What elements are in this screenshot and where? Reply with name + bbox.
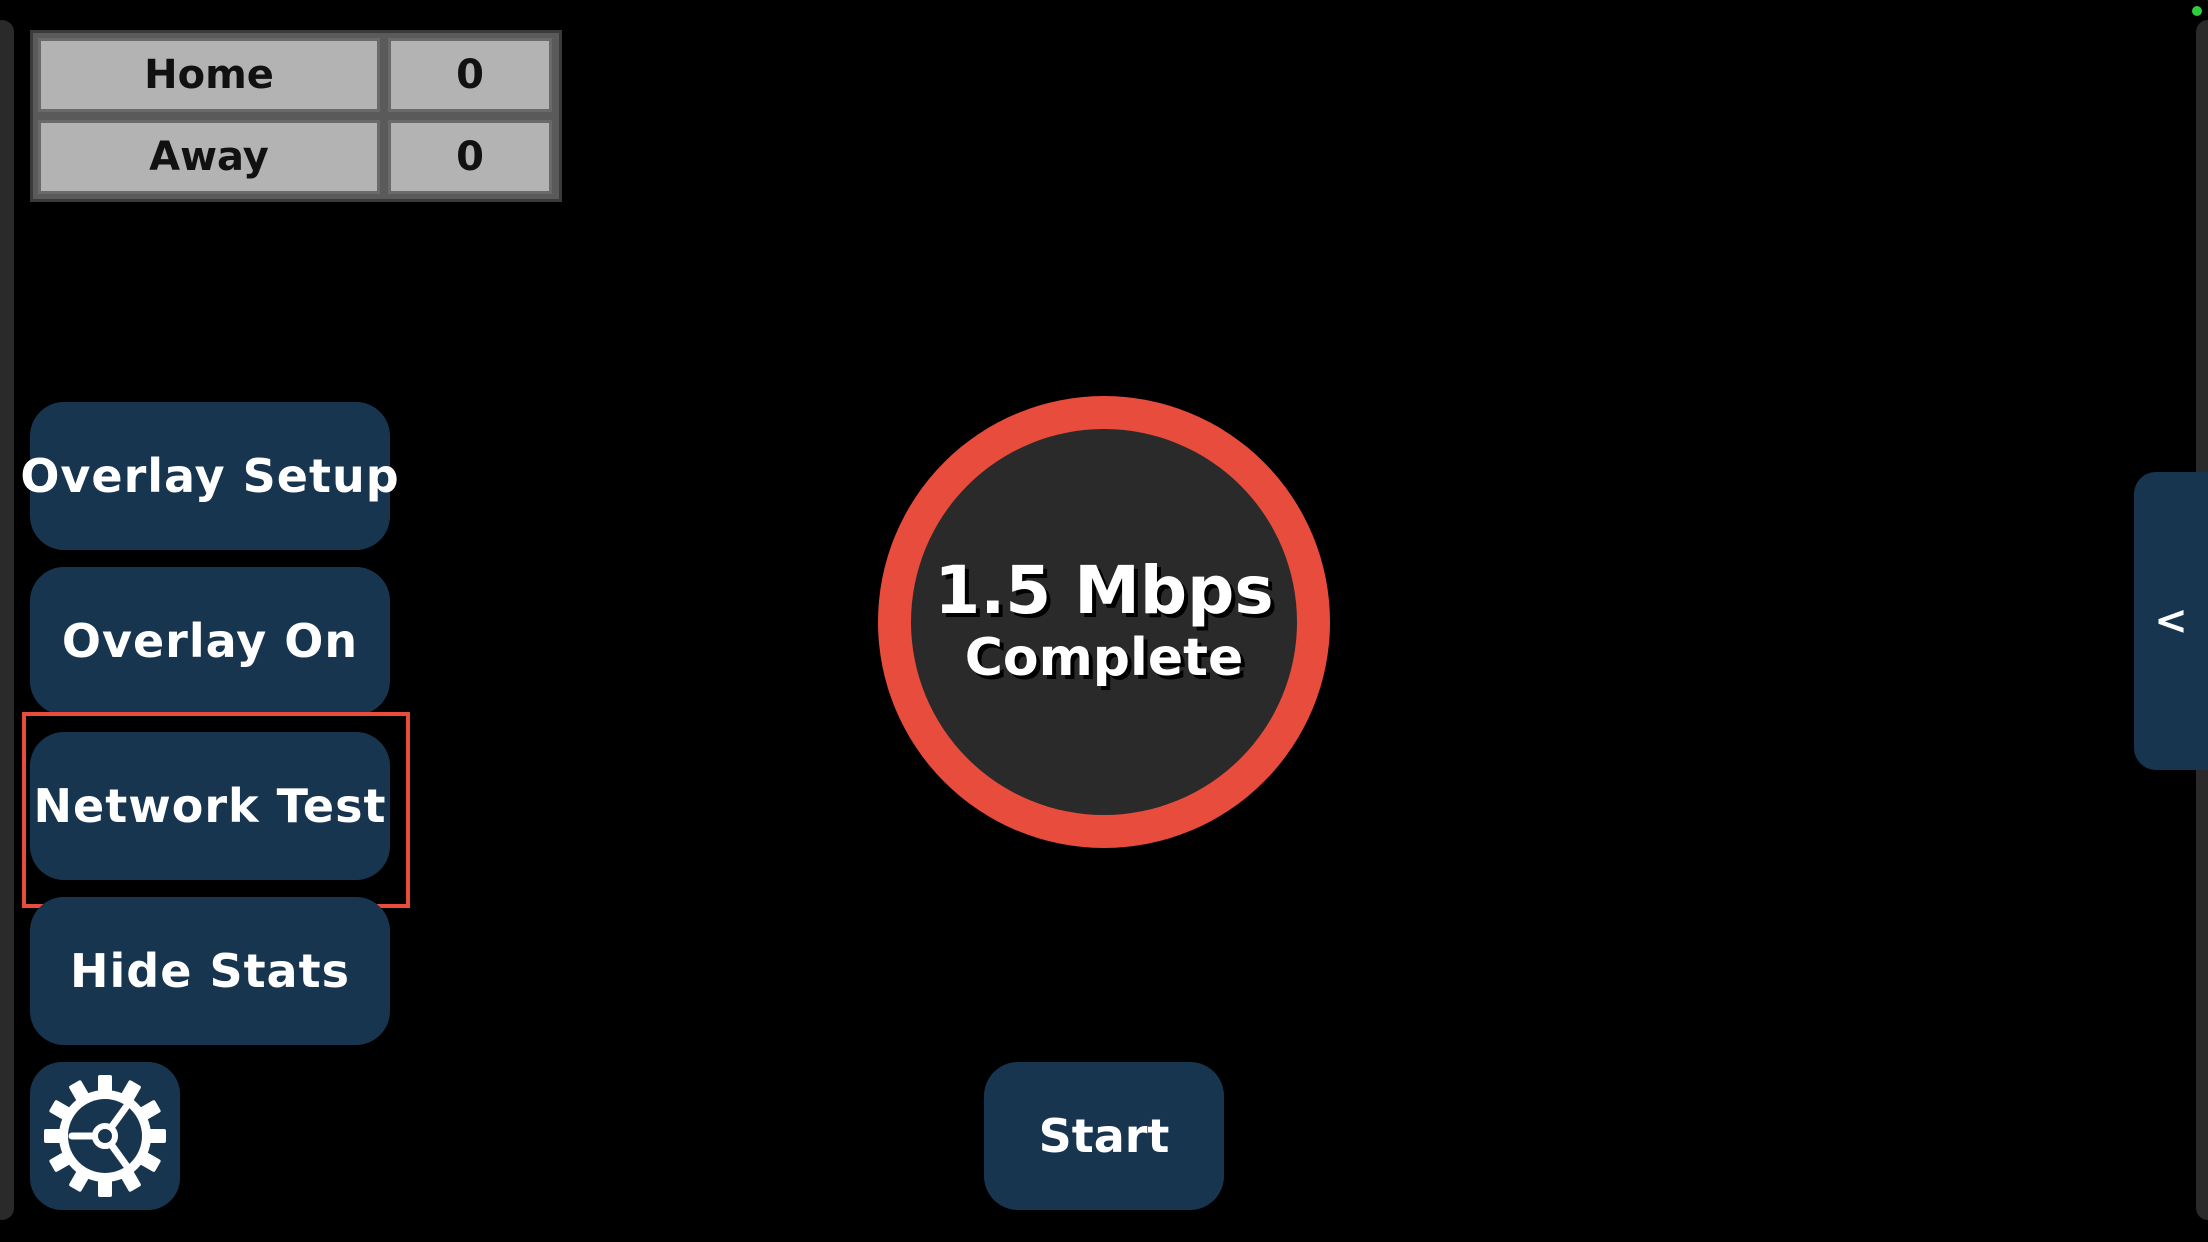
status-indicator xyxy=(2192,6,2202,16)
speed-test-ring: 1.5 Mbps Complete xyxy=(878,396,1330,848)
drawer-toggle-button[interactable]: < xyxy=(2134,472,2208,770)
hide-stats-button[interactable]: Hide Stats xyxy=(30,897,390,1045)
away-team-score[interactable]: 0 xyxy=(388,120,552,194)
score-row-home: Home 0 xyxy=(38,38,554,112)
speed-status: Complete xyxy=(964,628,1244,689)
gear-icon xyxy=(44,1075,166,1197)
scoreboard: Home 0 Away 0 xyxy=(30,30,562,202)
speed-test-display: 1.5 Mbps Complete xyxy=(911,429,1297,815)
left-bezel xyxy=(0,20,14,1220)
app-screen: Home 0 Away 0 Overlay Setup Overlay On N… xyxy=(0,0,2208,1242)
settings-button[interactable] xyxy=(30,1062,180,1210)
network-test-button[interactable]: Network Test xyxy=(30,732,390,880)
score-row-away: Away 0 xyxy=(38,120,554,194)
overlay-on-button[interactable]: Overlay On xyxy=(30,567,390,715)
chevron-left-icon: < xyxy=(2154,598,2188,644)
home-team-name[interactable]: Home xyxy=(38,38,380,112)
start-button[interactable]: Start xyxy=(984,1062,1224,1210)
away-team-name[interactable]: Away xyxy=(38,120,380,194)
home-team-score[interactable]: 0 xyxy=(388,38,552,112)
overlay-setup-button[interactable]: Overlay Setup xyxy=(20,402,399,550)
speed-value: 1.5 Mbps xyxy=(934,551,1274,629)
